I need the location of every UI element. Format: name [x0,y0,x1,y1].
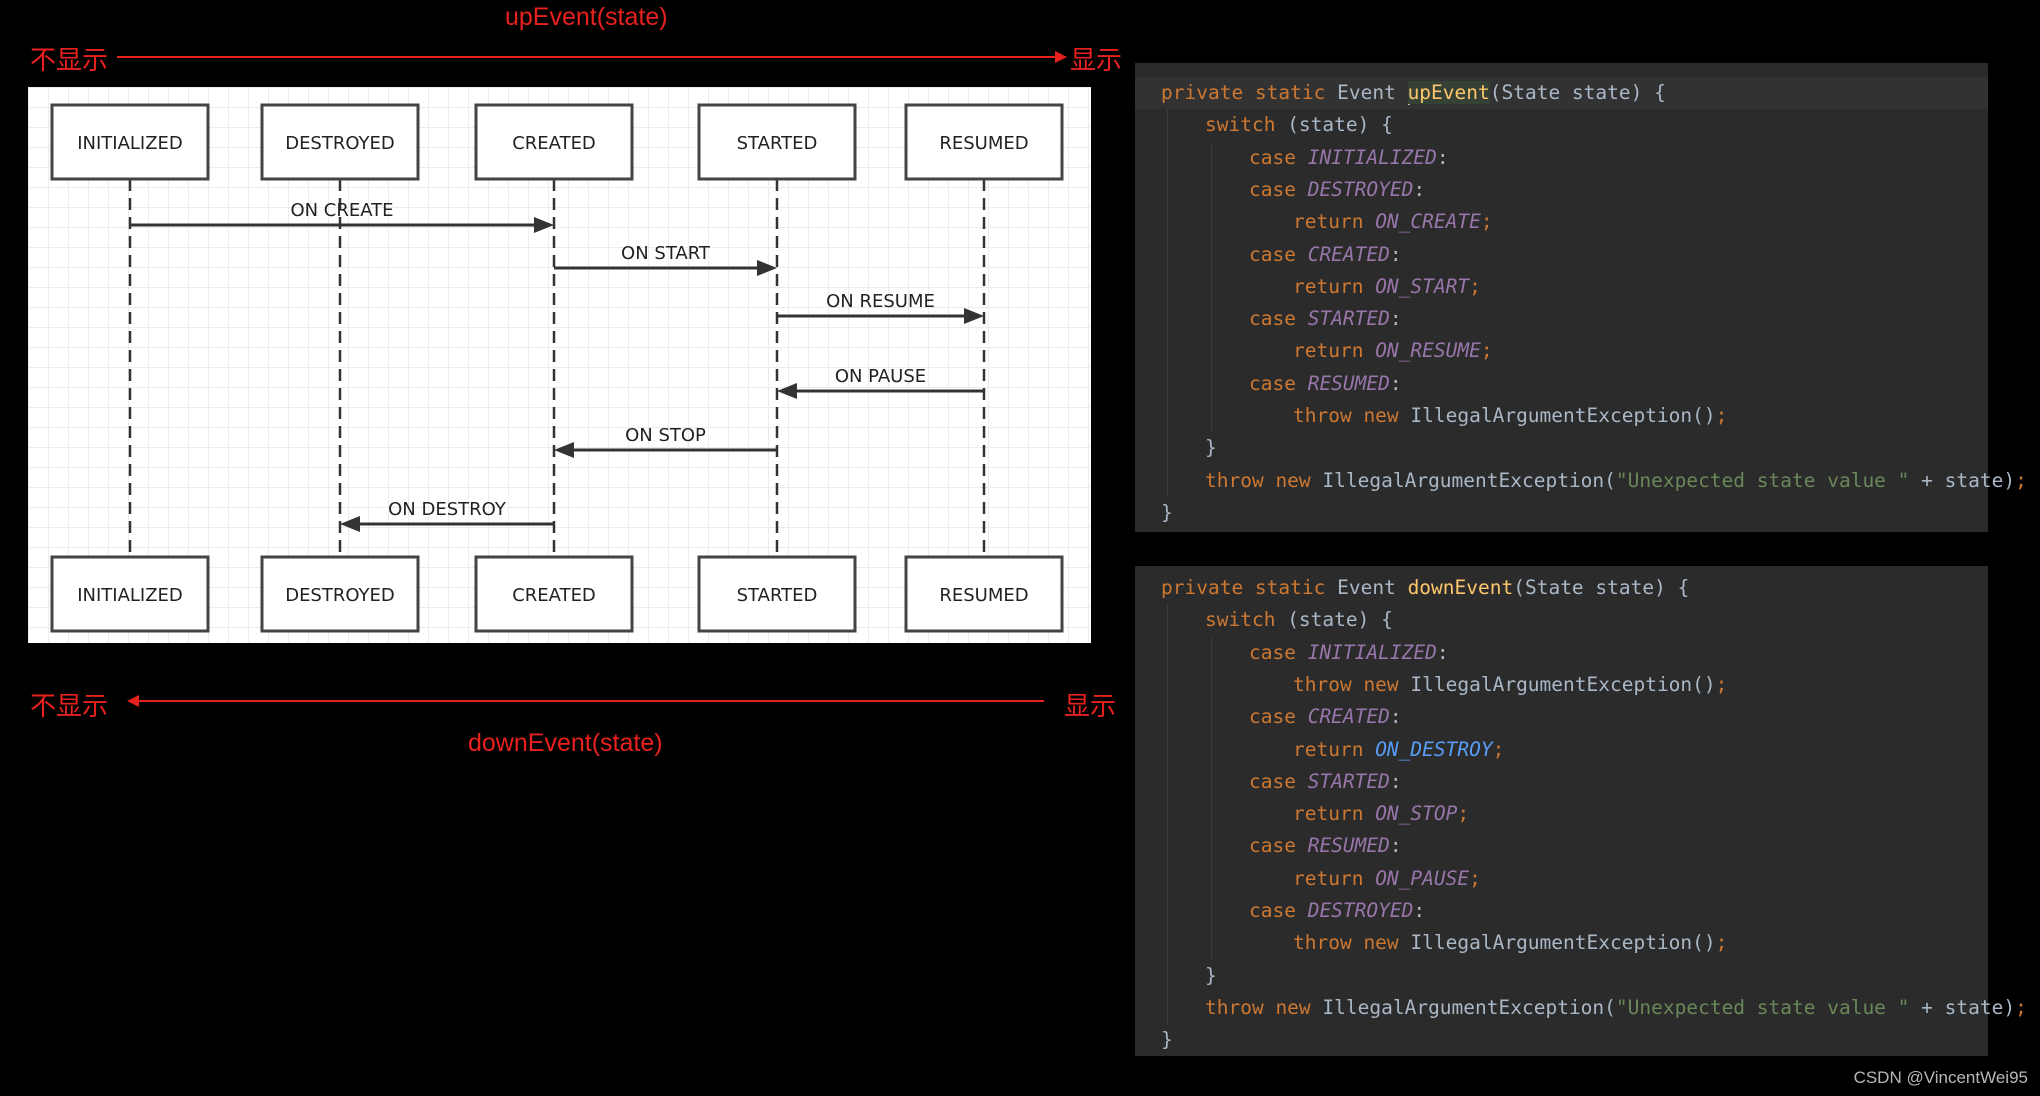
diagram-canvas: INITIALIZED INITIALIZED DESTROYED DESTROYED… [50,103,1064,633]
message-label-on-create: ON CREATE [290,200,393,221]
up-event-label: upEvent(state) [505,3,668,31]
arrowhead-icon [534,217,554,233]
up-event-code-line[interactable]: case DESTROYED: [1249,174,1425,206]
down-right-label: 显示 [1064,692,1117,722]
down-arrow-line [137,700,1044,702]
method-name: downEvent [1407,576,1514,599]
up-event-code-line[interactable]: case STARTED: [1249,303,1402,335]
indent-guide [1211,141,1212,433]
down-event-signature-line[interactable]: private static Event downEvent(State sta… [1161,572,1689,604]
up-event-code-line[interactable]: } [1161,497,1173,529]
code-panel-down-event: private static Event downEvent(State sta… [1135,566,2027,1056]
arrowhead-icon [757,260,777,276]
state-label-started-bottom: STARTED [737,585,818,606]
down-event-code-line[interactable]: throw new IllegalArgumentException(); [1293,669,1727,701]
message-label-on-destroy: ON DESTROY [388,499,507,520]
down-event-code-line[interactable]: case CREATED: [1249,701,1402,733]
down-event-code-line[interactable]: throw new IllegalArgumentException(); [1293,927,1727,959]
up-event-code-line[interactable]: return ON_RESUME; [1293,335,1493,367]
method-name: upEvent [1407,81,1490,104]
down-event-code-line[interactable]: case DESTROYED: [1249,895,1425,927]
state-label-created-bottom: CREATED [512,585,596,606]
up-event-signature-line[interactable]: private static Event upEvent(State state… [1161,77,1666,109]
watermark: CSDN @VincentWei95 [1853,1068,2028,1087]
up-right-label: 显示 [1070,46,1123,76]
up-event-code-line[interactable]: return ON_CREATE; [1293,206,1493,238]
up-event-code-line[interactable]: throw new IllegalArgumentException(); [1293,400,1727,432]
state-label-created-top: CREATED [512,133,596,154]
down-event-code-line[interactable]: case INITIALIZED: [1249,637,1449,669]
lifecycle-sequence-diagram: INITIALIZED INITIALIZED DESTROYED DESTROYED… [28,87,1091,643]
message-label-on-stop: ON STOP [625,425,706,446]
state-label-started-top: STARTED [737,133,818,154]
state-label-resumed-bottom: RESUMED [939,585,1028,606]
arrowhead-icon [777,383,797,399]
up-arrow-line [117,56,1057,58]
message-label-on-start: ON START [621,243,711,264]
down-event-code-line[interactable]: case STARTED: [1249,766,1402,798]
down-event-label: downEvent(state) [468,729,663,757]
up-event-code-line[interactable]: return ON_START; [1293,271,1481,303]
indent-guide [1167,604,1168,1025]
down-event-code-line[interactable]: throw new IllegalArgumentException("Unex… [1205,992,2027,1024]
code-panel-up-event: private static Event upEvent(State state… [1135,63,2027,532]
state-label-destroyed-bottom: DESTROYED [285,585,395,606]
down-event-code-line[interactable]: } [1205,960,1217,992]
up-event-code-line[interactable]: switch (state) { [1205,109,1393,141]
up-event-code-line[interactable]: case INITIALIZED: [1249,142,1449,174]
indent-guide [1167,109,1168,497]
state-label-initialized-top: INITIALIZED [77,133,183,154]
down-event-code-line[interactable]: return ON_PAUSE; [1293,863,1481,895]
arrowhead-icon [964,308,984,324]
up-arrow-head-icon [1055,51,1067,63]
message-label-on-resume: ON RESUME [826,291,935,312]
up-event-code-line[interactable]: } [1205,432,1217,464]
indent-guide [1211,636,1212,960]
up-event-code-line[interactable]: case CREATED: [1249,239,1402,271]
down-event-code-line[interactable]: return ON_STOP; [1293,798,1469,830]
down-event-code-line[interactable]: case RESUMED: [1249,830,1402,862]
up-event-code-line[interactable]: case RESUMED: [1249,368,1402,400]
down-event-code-line[interactable]: switch (state) { [1205,604,1393,636]
up-event-code-line[interactable]: throw new IllegalArgumentException("Unex… [1205,465,2027,497]
state-label-resumed-top: RESUMED [939,133,1028,154]
state-label-initialized-bottom: INITIALIZED [77,585,183,606]
down-left-label: 不显示 [30,692,109,722]
down-event-code-line[interactable]: return ON_DESTROY; [1293,734,1504,766]
message-label-on-pause: ON PAUSE [835,366,926,387]
arrowhead-icon [340,516,360,532]
down-event-code-line[interactable]: } [1161,1024,1173,1056]
arrowhead-icon [554,442,574,458]
up-left-label: 不显示 [30,46,109,76]
state-label-destroyed-top: DESTROYED [285,133,395,154]
